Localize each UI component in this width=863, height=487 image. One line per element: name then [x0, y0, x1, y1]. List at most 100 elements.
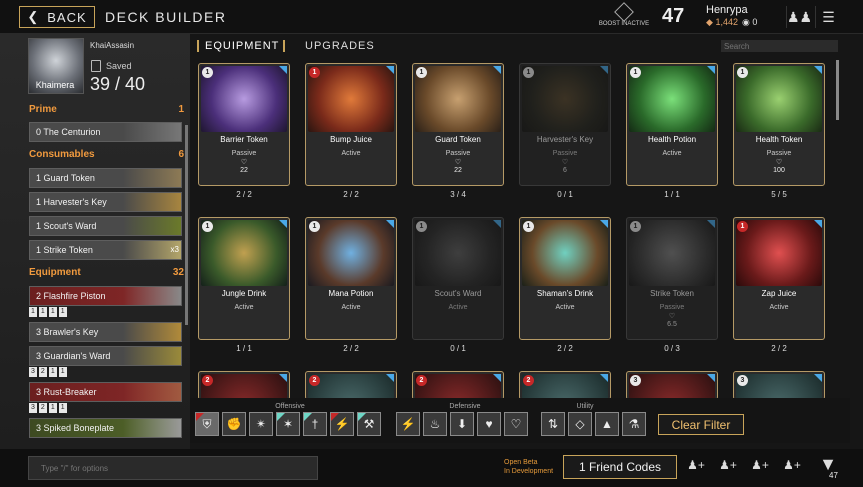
add-friend-icon[interactable]: ♟+: [718, 458, 738, 476]
equipment-card[interactable]: 1 Zap Juice Active: [733, 217, 825, 340]
card-name: Barrier Token: [220, 135, 268, 144]
card-name: Jungle Drink: [221, 289, 267, 298]
filter-button[interactable]: ⚒: [357, 412, 381, 436]
stat-slots: 1111: [29, 307, 67, 317]
friend-codes-button[interactable]: 1 Friend Codes: [563, 455, 677, 479]
count-badge: x3: [170, 245, 179, 254]
filter-button[interactable]: ✶: [276, 412, 300, 436]
filter-button[interactable]: ◇: [568, 412, 592, 436]
tab-upgrades[interactable]: UPGRADES: [305, 40, 375, 52]
filter-button[interactable]: ✴: [249, 412, 273, 436]
card-stat: 22: [454, 167, 462, 174]
equipment-card[interactable]: 3: [733, 371, 825, 400]
equipment-card[interactable]: 2: [198, 371, 290, 400]
card-art: [415, 66, 501, 132]
card-cost: 1: [202, 67, 213, 78]
back-button[interactable]: ❮ BACK: [19, 6, 95, 28]
equipment-card[interactable]: 1 Scout's Ward Active: [412, 217, 504, 340]
flame-icon: ♨: [429, 417, 441, 431]
coin-icon: ◆: [706, 17, 713, 27]
menu-button[interactable]: ☰: [815, 6, 841, 28]
deck-item[interactable]: 3 Guardian's Ward: [29, 346, 182, 366]
arrows-icon: ⇅: [547, 417, 559, 431]
equipment-card[interactable]: 1 Shaman's Drink Active: [519, 217, 611, 340]
deck-item[interactable]: 0 The Centurion: [29, 122, 182, 142]
equipment-card[interactable]: 1 Health Potion Active: [626, 63, 718, 186]
card-corner-marker: [279, 66, 287, 74]
card-art: [415, 374, 501, 399]
section-count: 32: [172, 267, 184, 278]
avatar-hero-name: Khaimera: [35, 80, 75, 90]
card-corner-marker: [600, 374, 608, 382]
filter-button[interactable]: ♨: [423, 412, 447, 436]
deck-item[interactable]: 1 Scout's Ward: [29, 216, 182, 236]
card-corner-marker: [814, 220, 822, 228]
equipment-card[interactable]: 1 Harvester's Key Passive ♡ 6: [519, 63, 611, 186]
card-cost: 1: [416, 221, 427, 232]
add-friend-icon[interactable]: ♟+: [750, 458, 770, 476]
filter-button[interactable]: ♡: [504, 412, 528, 436]
card-stat-icon: ♡: [775, 159, 783, 166]
filter-button[interactable]: ⚗: [622, 412, 646, 436]
card-cost: 1: [630, 221, 641, 232]
card-art: [201, 66, 287, 132]
equipment-card[interactable]: 1 Mana Potion Active: [305, 217, 397, 340]
deck-item[interactable]: 3 Spiked Boneplate: [29, 418, 182, 438]
card-art: [629, 374, 715, 399]
search-input[interactable]: [721, 40, 838, 52]
filter-button[interactable]: †: [303, 412, 327, 436]
tab-equipment[interactable]: EQUIPMENT: [197, 40, 279, 52]
deck-item[interactable]: 3 Brawler's Key: [29, 322, 182, 342]
equipment-card[interactable]: 1 Barrier Token Passive ♡ 22: [198, 63, 290, 186]
equipment-card[interactable]: 3: [626, 371, 718, 400]
equipment-card[interactable]: 1 Guard Token Passive ♡ 22: [412, 63, 504, 186]
card-corner-marker: [493, 220, 501, 228]
card-cost: 1: [523, 67, 534, 78]
filter-button[interactable]: ⬇: [450, 412, 474, 436]
equipment-card[interactable]: 2: [519, 371, 611, 400]
card-corner-marker: [279, 374, 287, 382]
card-stat: 22: [240, 167, 248, 174]
axe-icon: ⚒: [363, 417, 375, 431]
friends-icon: ♟♟: [786, 8, 813, 25]
equipment-card[interactable]: 1 Health Token Passive ♡ 100: [733, 63, 825, 186]
card-owned-count: 0 / 1: [557, 190, 573, 199]
boost-status[interactable]: BOOST INACTIVE: [598, 2, 650, 27]
friends-button[interactable]: ♟♟: [786, 6, 812, 28]
filter-button[interactable]: ⇅: [541, 412, 565, 436]
deck-name[interactable]: KhaiAssasin: [90, 41, 134, 50]
equipment-card[interactable]: 2: [305, 371, 397, 400]
card-name: Zap Juice: [761, 289, 797, 298]
equipment-card[interactable]: 1 Bump Juice Active: [305, 63, 397, 186]
chat-input[interactable]: [28, 456, 318, 480]
filter-button[interactable]: ✊: [222, 412, 246, 436]
deck-item[interactable]: 3 Rust-Breaker: [29, 382, 182, 402]
section-consumables: Consumables 6: [29, 146, 184, 163]
card-name: Health Token: [755, 135, 803, 144]
card-art: [415, 220, 501, 286]
deck-item[interactable]: 1 Strike Token x3: [29, 240, 182, 260]
deck-item[interactable]: 1 Guard Token: [29, 168, 182, 188]
add-friend-icon[interactable]: ♟+: [686, 458, 706, 476]
card-grid-scrollbar[interactable]: [836, 60, 839, 120]
filter-button[interactable]: ⛨: [195, 412, 219, 436]
filter-button[interactable]: ⚡: [330, 412, 354, 436]
card-corner-marker: [493, 374, 501, 382]
equipment-card[interactable]: 1 Jungle Drink Active: [198, 217, 290, 340]
equipment-card[interactable]: 2: [412, 371, 504, 400]
filter-button[interactable]: ⚡: [396, 412, 420, 436]
saved-status: Saved: [106, 61, 132, 71]
equipment-card[interactable]: 1 Strike Token Passive ♡ 6.5: [626, 217, 718, 340]
card-name: Health Potion: [647, 135, 697, 144]
filter-button[interactable]: ▲: [595, 412, 619, 436]
card-cost: 1: [202, 221, 213, 232]
add-friend-icon[interactable]: ♟+: [782, 458, 802, 476]
deck-item[interactable]: 2 Flashfire Piston: [29, 286, 182, 306]
deck-item[interactable]: 1 Harvester's Key: [29, 192, 182, 212]
gem-icon: ◉: [742, 17, 750, 27]
deck-scrollbar[interactable]: [185, 125, 188, 325]
clear-filter-button[interactable]: Clear Filter: [658, 414, 744, 435]
deck-card-count: 39 / 40: [90, 74, 146, 94]
filter-button[interactable]: ♥: [477, 412, 501, 436]
card-cost: 1: [523, 221, 534, 232]
